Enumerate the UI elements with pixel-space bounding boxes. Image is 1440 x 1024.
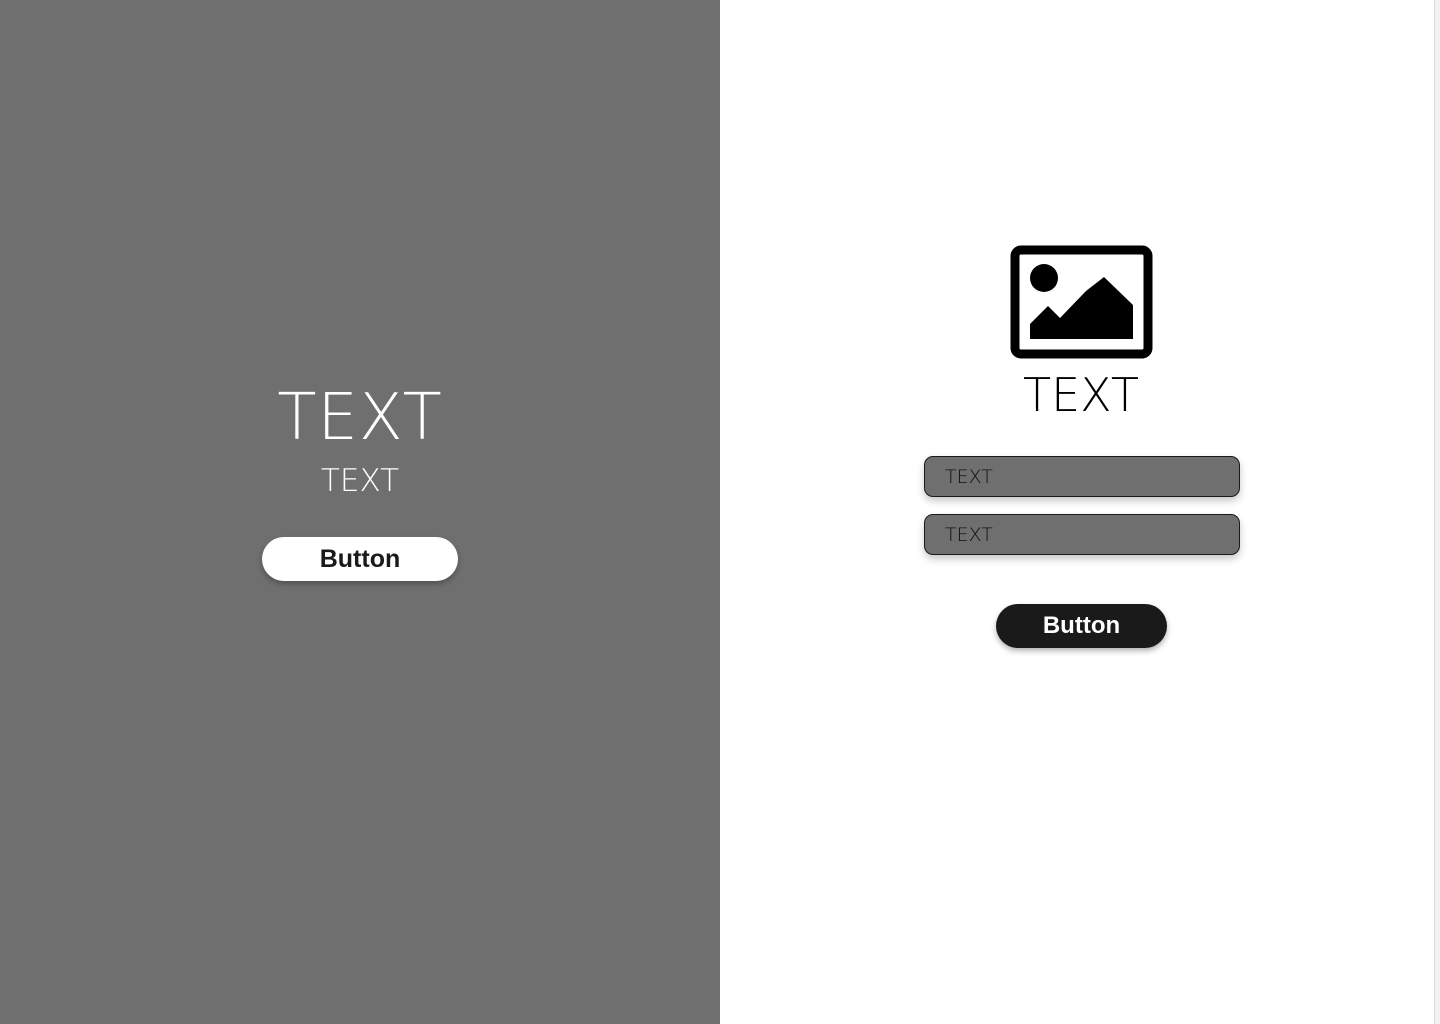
page: TEXT TEXT Button TEXT Button — [0, 0, 1440, 1024]
right-panel — [720, 0, 1434, 1024]
left-action-button[interactable]: Button — [262, 537, 458, 581]
window-right-edge — [1434, 0, 1440, 1024]
left-subtitle: TEXT — [320, 463, 400, 499]
right-action-button[interactable]: Button — [996, 604, 1167, 648]
text-input-2[interactable] — [924, 514, 1240, 555]
image-placeholder-icon — [1010, 245, 1153, 359]
text-input-1[interactable] — [924, 456, 1240, 497]
left-title: TEXT — [277, 381, 443, 455]
right-title: TEXT — [1023, 368, 1139, 422]
left-panel: TEXT TEXT Button — [0, 0, 720, 1024]
